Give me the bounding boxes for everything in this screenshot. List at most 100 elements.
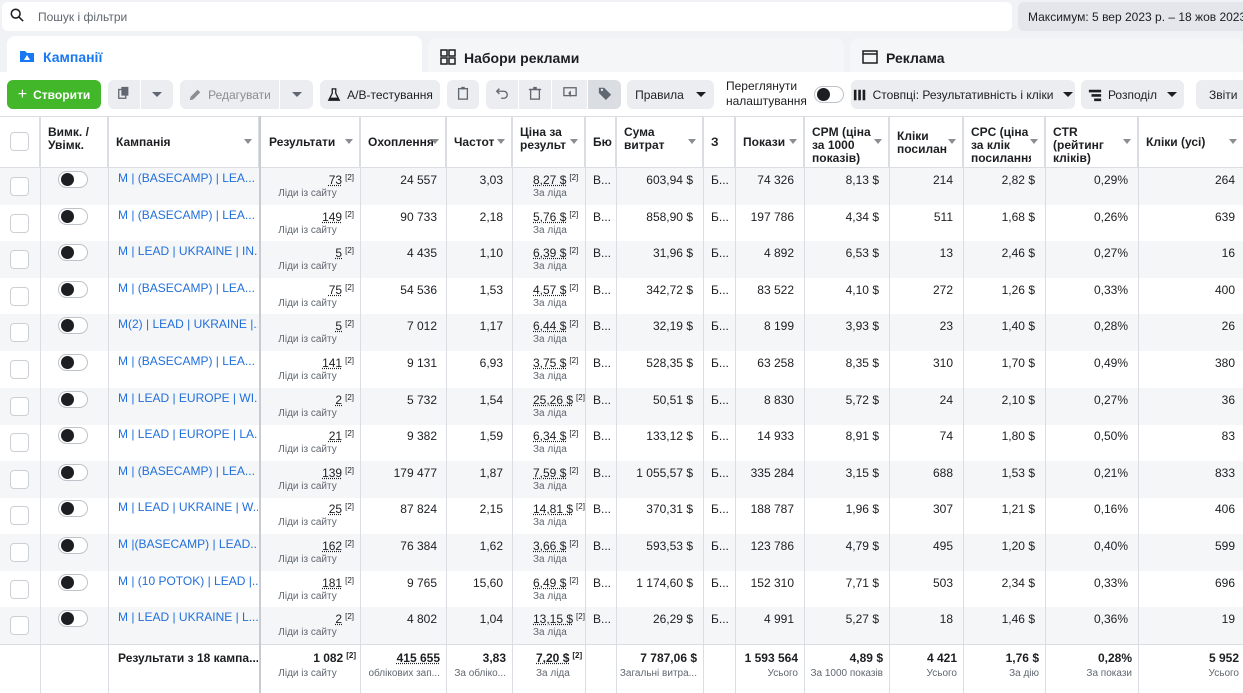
col-frequency[interactable]: Частот	[446, 117, 512, 168]
campaign-name-link[interactable]: M | LEAD | EUROPE | WI...	[108, 388, 258, 425]
campaign-name-link[interactable]: M | (BASECAMP) | LEA...	[108, 278, 258, 315]
cost-value[interactable]: 7,59 $	[533, 466, 566, 480]
row-checkbox[interactable]	[10, 543, 29, 562]
results-value[interactable]: 181	[322, 576, 342, 590]
row-checkbox[interactable]	[10, 506, 29, 526]
breakdown-dropdown[interactable]: Розподіл	[1081, 80, 1184, 109]
campaign-toggle[interactable]	[58, 354, 88, 371]
search-bar[interactable]: Пошук і фільтри	[2, 2, 1012, 31]
col-cost-per-result[interactable]: Ціна за результ	[512, 117, 585, 168]
col-link-clicks[interactable]: Кліки посилан	[889, 117, 963, 168]
results-value[interactable]: 5	[335, 319, 342, 333]
clipboard-button[interactable]	[447, 80, 479, 109]
edit-dropdown-button[interactable]	[280, 80, 313, 109]
table-row[interactable]: M | LEAD | UKRAINE | L... 2 [2] Ліди із сай…	[0, 607, 1243, 645]
table-row[interactable]: M | (BASECAMP) | LEA... 149 [2] Ліди із сай…	[0, 205, 1243, 242]
col-budget[interactable]: Бю	[585, 117, 616, 168]
campaign-name-link[interactable]: M | (10 POTOK) | LEAD |...	[108, 571, 258, 608]
campaign-toggle[interactable]	[58, 280, 88, 298]
table-row[interactable]: M |(BASECAMP) | LEAD... 162 [2] Ліди із сай…	[0, 534, 1243, 571]
cost-value[interactable]: 14,81 $	[533, 502, 573, 516]
table-row[interactable]: M | LEAD | EUROPE | LA... 21 [2] Ліди із са…	[0, 424, 1243, 461]
cost-value[interactable]: 5,76 $	[533, 210, 566, 224]
table-row[interactable]: M | LEAD | UKRAINE | W... 25 [2] Ліди із са…	[0, 497, 1243, 534]
review-settings-toggle[interactable]	[814, 86, 844, 103]
cost-value[interactable]: 13,15 $	[533, 612, 573, 626]
undo-button[interactable]	[486, 80, 518, 109]
cost-value[interactable]: 6,39 $	[533, 246, 566, 260]
campaign-name-link[interactable]: M |(BASECAMP) | LEAD...	[108, 534, 258, 571]
cost-value[interactable]: 6,34 $	[533, 429, 566, 443]
columns-dropdown[interactable]: Стовпці: Результативність і кліки	[851, 80, 1075, 109]
results-value[interactable]: 2	[335, 393, 342, 407]
results-value[interactable]: 139	[322, 466, 342, 480]
rules-dropdown[interactable]: Правила	[627, 80, 714, 109]
table-row[interactable]: M | LEAD | EUROPE | WI... 2 [2] Ліди із сай…	[0, 387, 1243, 425]
table-row[interactable]: M | (BASECAMP) | LEA... 139 [2] Ліди із сай…	[0, 460, 1243, 498]
row-checkbox[interactable]	[10, 616, 29, 636]
row-checkbox[interactable]	[10, 360, 29, 379]
preview-button[interactable]	[552, 80, 587, 109]
campaign-name-link[interactable]: M | LEAD | UKRAINE | IN...	[108, 241, 258, 278]
row-checkbox[interactable]	[10, 286, 29, 306]
cost-value[interactable]: 25,26 $	[533, 393, 573, 407]
campaign-toggle[interactable]	[58, 207, 88, 225]
table-row[interactable]: M(2) | LEAD | UKRAINE |... 5 [2] Ліди із са…	[0, 314, 1243, 352]
col-clicks-all[interactable]: Кліки (усі)	[1138, 117, 1243, 168]
cost-value[interactable]: 3,66 $	[533, 539, 566, 553]
campaign-toggle[interactable]	[58, 610, 88, 628]
duplicate-dropdown-button[interactable]	[141, 80, 173, 109]
row-checkbox[interactable]	[10, 177, 29, 196]
campaign-name-link[interactable]: M | (BASECAMP) | LEA...	[108, 461, 258, 498]
campaign-toggle[interactable]	[58, 463, 88, 481]
select-all-checkbox[interactable]	[10, 132, 29, 151]
results-value[interactable]: 2	[335, 612, 342, 626]
table-row[interactable]: M | (BASECAMP) | LEA... 73 [2] Ліди із сайт…	[0, 168, 1243, 205]
delete-button[interactable]	[519, 80, 551, 109]
row-checkbox[interactable]	[10, 579, 29, 599]
row-checkbox[interactable]	[10, 213, 29, 233]
results-value[interactable]: 162	[322, 539, 342, 553]
campaign-name-link[interactable]: M | LEAD | EUROPE | LA...	[108, 424, 258, 461]
campaign-name-link[interactable]: M | (BASECAMP) | LEA...	[108, 205, 258, 242]
col-reach[interactable]: Охоплення	[360, 117, 446, 168]
col-cpm[interactable]: CPM (ціна за 1000 показів)	[804, 117, 889, 168]
row-checkbox[interactable]	[10, 323, 29, 343]
results-value[interactable]: 75	[329, 283, 342, 297]
edit-button[interactable]: Редагувати	[180, 80, 279, 109]
campaign-name-link[interactable]: M | LEAD | UKRAINE | W...	[108, 497, 258, 534]
results-value[interactable]: 21	[329, 429, 342, 443]
campaign-toggle[interactable]	[58, 537, 88, 554]
results-value[interactable]: 5	[335, 246, 342, 260]
cost-value[interactable]: 3,75 $	[533, 356, 566, 370]
date-range-picker[interactable]: Максимум: 5 вер 2023 р. – 18 жов 2023 р.	[1018, 2, 1243, 31]
campaign-toggle[interactable]	[58, 500, 88, 518]
cost-value[interactable]: 6,44 $	[533, 319, 566, 333]
table-row[interactable]: M | LEAD | UKRAINE | IN... 5 [2] Ліди із са…	[0, 241, 1243, 279]
table-row[interactable]: M | (BASECAMP) | LEA... 141 [2] Ліди із сай…	[0, 351, 1243, 388]
campaign-toggle[interactable]	[58, 244, 88, 262]
create-button[interactable]: + Створити	[7, 80, 101, 109]
table-row[interactable]: M | (10 POTOK) | LEAD |... 181 [2] Ліди із …	[0, 571, 1243, 608]
row-checkbox[interactable]	[10, 396, 29, 416]
row-checkbox[interactable]	[10, 250, 29, 270]
duplicate-button[interactable]	[108, 80, 140, 109]
campaign-name-link[interactable]: M(2) | LEAD | UKRAINE |...	[108, 314, 258, 351]
col-cpc[interactable]: CPC (ціна за клік посилання)	[963, 117, 1045, 168]
col-amount-spent[interactable]: Сума витрат	[616, 117, 703, 168]
col-toggle[interactable]: Вимк. / Увімк.	[40, 117, 108, 168]
col-ctr[interactable]: CTR (рейтинг кліків)	[1045, 117, 1138, 168]
campaign-toggle[interactable]	[58, 573, 88, 591]
results-value[interactable]: 141	[322, 356, 342, 370]
cost-value[interactable]: 4,57 $	[533, 283, 566, 297]
row-checkbox[interactable]	[10, 433, 29, 453]
col-impressions[interactable]: Покази	[735, 117, 804, 168]
results-value[interactable]: 149	[322, 210, 342, 224]
campaign-toggle[interactable]	[58, 317, 88, 335]
table-row[interactable]: M | (BASECAMP) | LEA... 75 [2] Ліди із сайт…	[0, 278, 1243, 315]
col-schedule[interactable]: З	[703, 117, 735, 168]
col-results[interactable]: Результати	[259, 117, 360, 168]
cost-value[interactable]: 8,27 $	[533, 173, 566, 187]
campaign-toggle[interactable]	[58, 171, 88, 188]
campaign-toggle[interactable]	[58, 427, 88, 445]
